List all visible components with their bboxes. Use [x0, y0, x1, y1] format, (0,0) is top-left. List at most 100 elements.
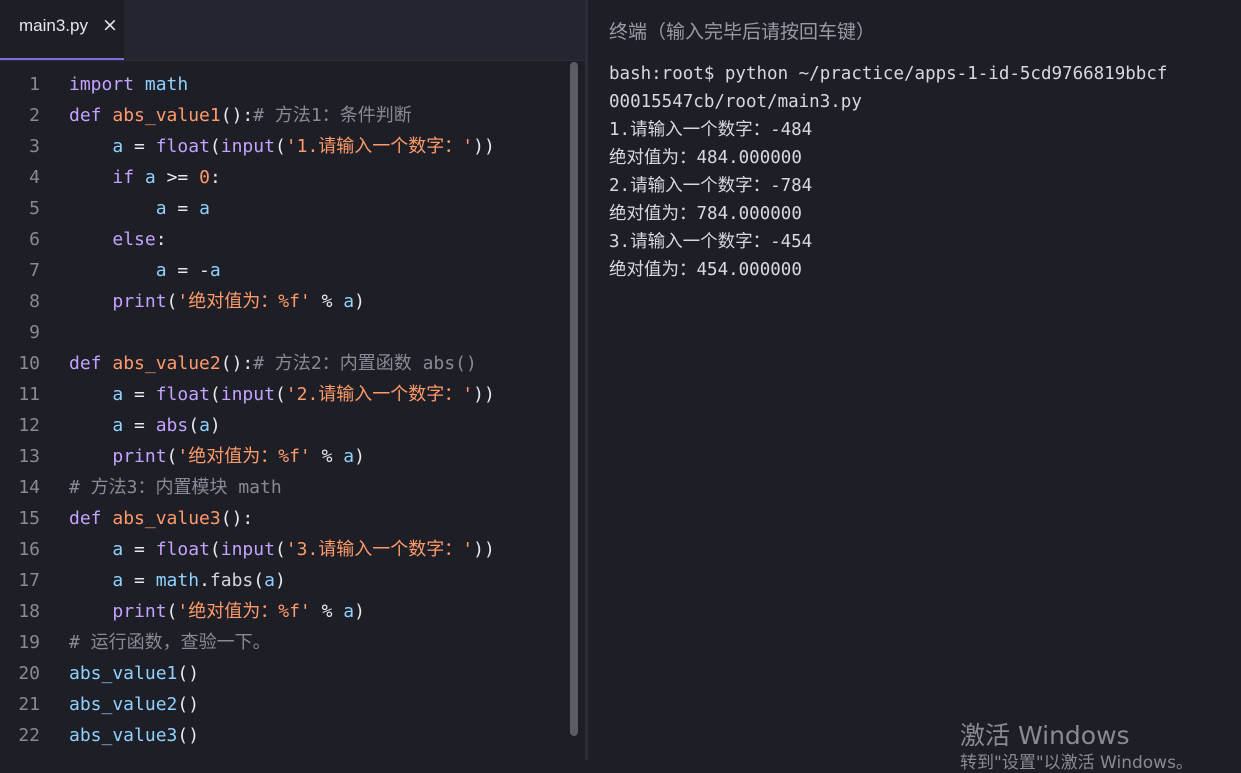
code-token: ():: [220, 508, 254, 529]
editor-scrollbar[interactable]: [568, 62, 580, 736]
code-line[interactable]: 22 abs_value3(): [0, 720, 568, 751]
code-token: )): [473, 539, 495, 560]
line-content[interactable]: import math: [69, 69, 188, 100]
code-token: abs_value2: [112, 353, 221, 374]
line-content[interactable]: a = -a: [69, 255, 221, 286]
code-token: :: [155, 229, 167, 250]
code-token: a: [155, 260, 167, 281]
line-content[interactable]: a = float(input('2.请输入一个数字：')): [69, 379, 494, 410]
code-line[interactable]: 4 if a >= 0:: [0, 162, 568, 193]
code-token: a: [199, 198, 210, 219]
code-editor[interactable]: main3.py × 1 import math 2 def abs_value1()…: [0, 0, 585, 760]
code-line[interactable]: 7 a = -a: [0, 255, 568, 286]
line-number: 21: [18, 694, 40, 715]
code-token: a: [144, 167, 156, 188]
terminal-panel[interactable]: 终端（输入完毕后请按回车键） bash:root$ python ~/pract…: [588, 0, 1241, 760]
line-content[interactable]: a = math.fabs(a): [69, 565, 286, 596]
line-number: 20: [18, 663, 40, 684]
line-number: 10: [18, 353, 40, 374]
line-content[interactable]: # 运行函数，查验一下。: [69, 627, 271, 658]
line-number: 11: [18, 384, 40, 405]
line-content[interactable]: abs_value3(): [69, 720, 199, 751]
line-content[interactable]: abs_value1(): [69, 658, 199, 689]
terminal-line: 00015547cb/root/main3.py: [609, 92, 862, 112]
line-number: 9: [29, 322, 40, 343]
code-token: =: [123, 570, 156, 591]
terminal-line: 2.请输入一个数字：-784: [609, 176, 813, 196]
code-line[interactable]: 5 a = a: [0, 193, 568, 224]
code-line[interactable]: 15 def abs_value3():: [0, 503, 568, 534]
code-token: a: [343, 446, 355, 467]
line-content[interactable]: a = abs(a): [69, 410, 220, 441]
code-line[interactable]: 9: [0, 317, 568, 348]
code-line[interactable]: 21 abs_value2(): [0, 689, 568, 720]
code-line[interactable]: 11 a = float(input('2.请输入一个数字：')): [0, 379, 568, 410]
code-token: =: [123, 539, 156, 560]
code-line[interactable]: 6 else:: [0, 224, 568, 255]
activate-windows-subtitle: 转到"设置"以激活 Windows。: [960, 753, 1193, 773]
tab-main3-py[interactable]: main3.py ×: [0, 0, 124, 60]
line-content[interactable]: def abs_value3():: [69, 503, 253, 534]
line-content[interactable]: else:: [69, 224, 167, 255]
code-token: (: [274, 136, 286, 157]
code-token: (): [177, 725, 200, 746]
line-content[interactable]: abs_value2(): [69, 689, 199, 720]
code-line[interactable]: 1 import math: [0, 69, 568, 100]
line-content[interactable]: def abs_value2():# 方法2：内置函数 abs(): [69, 348, 477, 379]
code-token: abs_value1: [69, 663, 178, 684]
code-token: '3.请输入一个数字：': [285, 539, 474, 560]
code-line[interactable]: 14 # 方法3：内置模块 math: [0, 472, 568, 503]
line-number: 4: [29, 167, 40, 188]
line-number: 22: [18, 725, 40, 746]
code-line[interactable]: 16 a = float(input('3.请输入一个数字：')): [0, 534, 568, 565]
code-line[interactable]: 19 # 运行函数，查验一下。: [0, 627, 568, 658]
line-content[interactable]: # 方法3：内置模块 math: [69, 472, 282, 503]
code-token: a: [112, 539, 124, 560]
code-token: abs: [155, 415, 189, 436]
line-content[interactable]: print('绝对值为：%f' % a): [69, 441, 365, 472]
code-token: =: [123, 136, 156, 157]
code-token: %: [310, 446, 344, 467]
tab-label[interactable]: main3.py: [19, 16, 88, 36]
close-icon[interactable]: ×: [100, 14, 120, 36]
line-content[interactable]: a = float(input('1.请输入一个数字：')): [69, 131, 494, 162]
code-token: =: [123, 384, 156, 405]
line-content[interactable]: a = a: [69, 193, 210, 224]
code-line[interactable]: 13 print('绝对值为：%f' % a): [0, 441, 568, 472]
code-line[interactable]: 20 abs_value1(): [0, 658, 568, 689]
code-token: ): [354, 601, 365, 622]
terminal-output[interactable]: bash:root$ python ~/practice/apps-1-id-5…: [609, 60, 1241, 284]
line-content[interactable]: def abs_value1():# 方法1：条件判断: [69, 100, 412, 131]
line-number: 8: [29, 291, 40, 312]
code-line[interactable]: 12 a = abs(a): [0, 410, 568, 441]
line-number: 3: [29, 136, 40, 157]
line-content[interactable]: print('绝对值为：%f' % a): [69, 286, 365, 317]
line-number: 14: [18, 477, 40, 498]
line-content[interactable]: print('绝对值为：%f' % a): [69, 596, 365, 627]
code-token: # 方法3：内置模块 math: [69, 477, 282, 498]
code-line[interactable]: 2 def abs_value1():# 方法1：条件判断: [0, 100, 568, 131]
code-line[interactable]: 10 def abs_value2():# 方法2：内置函数 abs(): [0, 348, 568, 379]
code-area[interactable]: 1 import math 2 def abs_value1():# 方法1：条件判断…: [0, 69, 568, 751]
line-content[interactable]: if a >= 0:: [69, 162, 220, 193]
code-token: ): [274, 570, 286, 591]
code-line[interactable]: 18 print('绝对值为：%f' % a): [0, 596, 568, 627]
code-token: print: [112, 446, 167, 467]
scrollbar-thumb[interactable]: [570, 62, 578, 736]
code-token: >=: [155, 167, 200, 188]
code-token: float: [155, 136, 210, 157]
code-line[interactable]: 17 a = math.fabs(a): [0, 565, 568, 596]
code-line[interactable]: 8 print('绝对值为：%f' % a): [0, 286, 568, 317]
line-content[interactable]: a = float(input('3.请输入一个数字：')): [69, 534, 495, 565]
code-token: (: [209, 384, 221, 405]
code-token: a: [343, 291, 355, 312]
code-token: a: [199, 415, 210, 436]
code-line[interactable]: 3 a = float(input('1.请输入一个数字：')): [0, 131, 568, 162]
